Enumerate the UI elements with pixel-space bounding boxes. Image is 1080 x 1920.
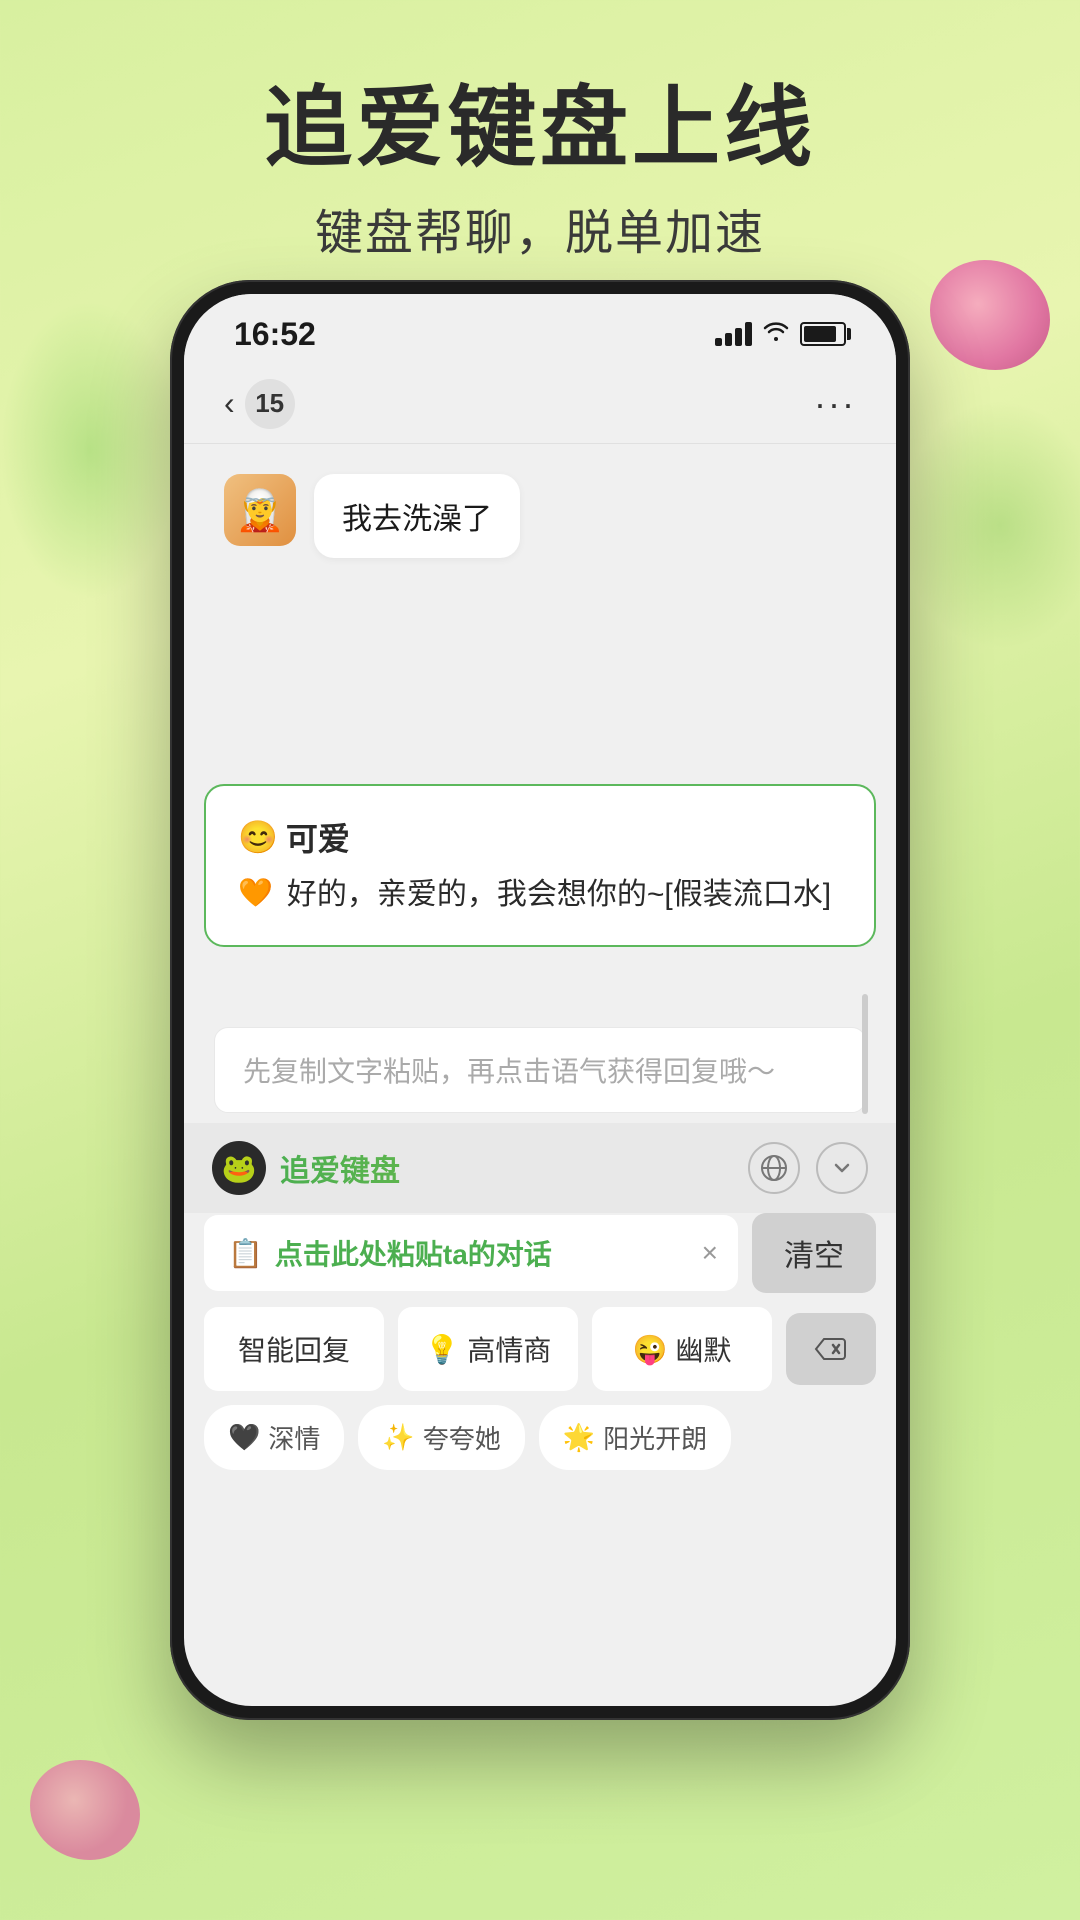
deep-label: 深情 <box>268 1419 320 1456</box>
status-icons <box>715 319 846 350</box>
humor-label: 幽默 <box>675 1329 731 1369</box>
wifi-icon <box>762 319 790 350</box>
humor-emoji: 😜 <box>633 1333 668 1366</box>
back-arrow-icon[interactable]: ‹ <box>224 385 235 422</box>
globe-button[interactable] <box>748 1142 800 1194</box>
praise-label: 夸夸她 <box>423 1419 501 1456</box>
phone-screen: 16:52 <box>184 294 896 1706</box>
keyboard-logo: 🐸 <box>212 1141 266 1195</box>
avatar: 🧝 <box>224 474 296 546</box>
nav-badge: 15 <box>245 379 295 429</box>
keyboard-name: 追爱键盘 <box>280 1146 734 1190</box>
paste-bar[interactable]: 📋 点击此处粘贴ta的对话 × <box>204 1215 738 1291</box>
ai-title-text: 可爱 <box>286 814 350 860</box>
humor-button[interactable]: 😜 幽默 <box>592 1307 772 1391</box>
tag-deep[interactable]: 🖤 深情 <box>204 1405 344 1470</box>
more-options-button[interactable]: ··· <box>814 383 856 425</box>
nav-back[interactable]: ‹ 15 <box>224 379 295 429</box>
phone-mockup: 16:52 <box>170 280 910 1720</box>
input-section: 先复制文字粘贴，再点击语气获得回复哦～ <box>184 1007 896 1123</box>
smart-reply-button[interactable]: 智能回复 <box>204 1307 384 1391</box>
tags-row: 🖤 深情 ✨ 夸夸她 🌟 阳光开朗 <box>184 1405 896 1490</box>
sub-title: 键盘帮聊，脱单加速 <box>0 193 1080 263</box>
heart-blob-top-right <box>930 260 1050 370</box>
paste-text: 点击此处粘贴ta的对话 <box>275 1233 552 1273</box>
battery-icon <box>800 322 846 346</box>
avatar-emoji: 🧝 <box>235 487 285 534</box>
clear-button[interactable]: 清空 <box>752 1213 876 1293</box>
keyboard-header: 🐸 追爱键盘 <box>184 1123 896 1213</box>
tag-sunshine[interactable]: 🌟 阳光开朗 <box>539 1405 731 1470</box>
ai-title-emoji: 😊 <box>238 818 278 856</box>
praise-emoji: ✨ <box>382 1422 414 1453</box>
paste-row: 📋 点击此处粘贴ta的对话 × 清空 <box>204 1213 876 1293</box>
received-message-row: 🧝 我去洗澡了 <box>224 474 856 558</box>
nav-bar: ‹ 15 ··· <box>184 364 896 444</box>
ai-card-content: 🧡 好的，亲爱的，我会想你的~[假装流口水] <box>238 872 842 917</box>
action-buttons-row: 智能回复 💡 高情商 😜 幽默 <box>184 1307 896 1405</box>
heart-blob-bottom-left <box>30 1760 140 1860</box>
title-section: 追爱键盘上线 键盘帮聊，脱单加速 <box>0 0 1080 263</box>
scroll-bar <box>862 994 868 1114</box>
chat-area: 🧝 我去洗澡了 <box>184 444 896 764</box>
text-input[interactable]: 先复制文字粘贴，再点击语气获得回复哦～ <box>214 1027 866 1113</box>
keyboard-icons-right <box>748 1142 868 1194</box>
main-title: 追爱键盘上线 <box>0 80 1080 177</box>
status-time: 16:52 <box>234 316 316 353</box>
keyboard-logo-emoji: 🐸 <box>222 1152 257 1185</box>
ai-copy-emoji: 🧡 <box>238 872 273 914</box>
ai-suggestion-card[interactable]: 😊 可爱 🧡 好的，亲爱的，我会想你的~[假装流口水] <box>204 784 876 947</box>
high-eq-button[interactable]: 💡 高情商 <box>398 1307 578 1391</box>
ai-card-text: 好的，亲爱的，我会想你的~[假装流口水] <box>287 872 831 917</box>
paste-close-button[interactable]: × <box>682 1237 738 1269</box>
delete-button[interactable] <box>786 1313 876 1385</box>
decorative-blob-left <box>0 300 180 600</box>
high-eq-emoji: 💡 <box>425 1333 460 1366</box>
deep-emoji: 🖤 <box>228 1422 260 1453</box>
ai-card-title: 😊 可爱 <box>238 814 842 860</box>
tag-praise[interactable]: ✨ 夸夸她 <box>358 1405 524 1470</box>
high-eq-label: 高情商 <box>467 1329 551 1369</box>
signal-icon <box>715 322 752 346</box>
sunshine-emoji: 🌟 <box>563 1422 595 1453</box>
paste-icon: 📋 <box>228 1237 263 1270</box>
sunshine-label: 阳光开朗 <box>603 1419 707 1456</box>
paste-bar-content: 📋 点击此处粘贴ta的对话 <box>204 1215 682 1291</box>
received-bubble: 我去洗澡了 <box>314 474 520 558</box>
decorative-blob-right <box>900 400 1080 650</box>
phone-frame: 16:52 <box>170 280 910 1720</box>
status-bar: 16:52 <box>184 294 896 364</box>
down-arrow-button[interactable] <box>816 1142 868 1194</box>
